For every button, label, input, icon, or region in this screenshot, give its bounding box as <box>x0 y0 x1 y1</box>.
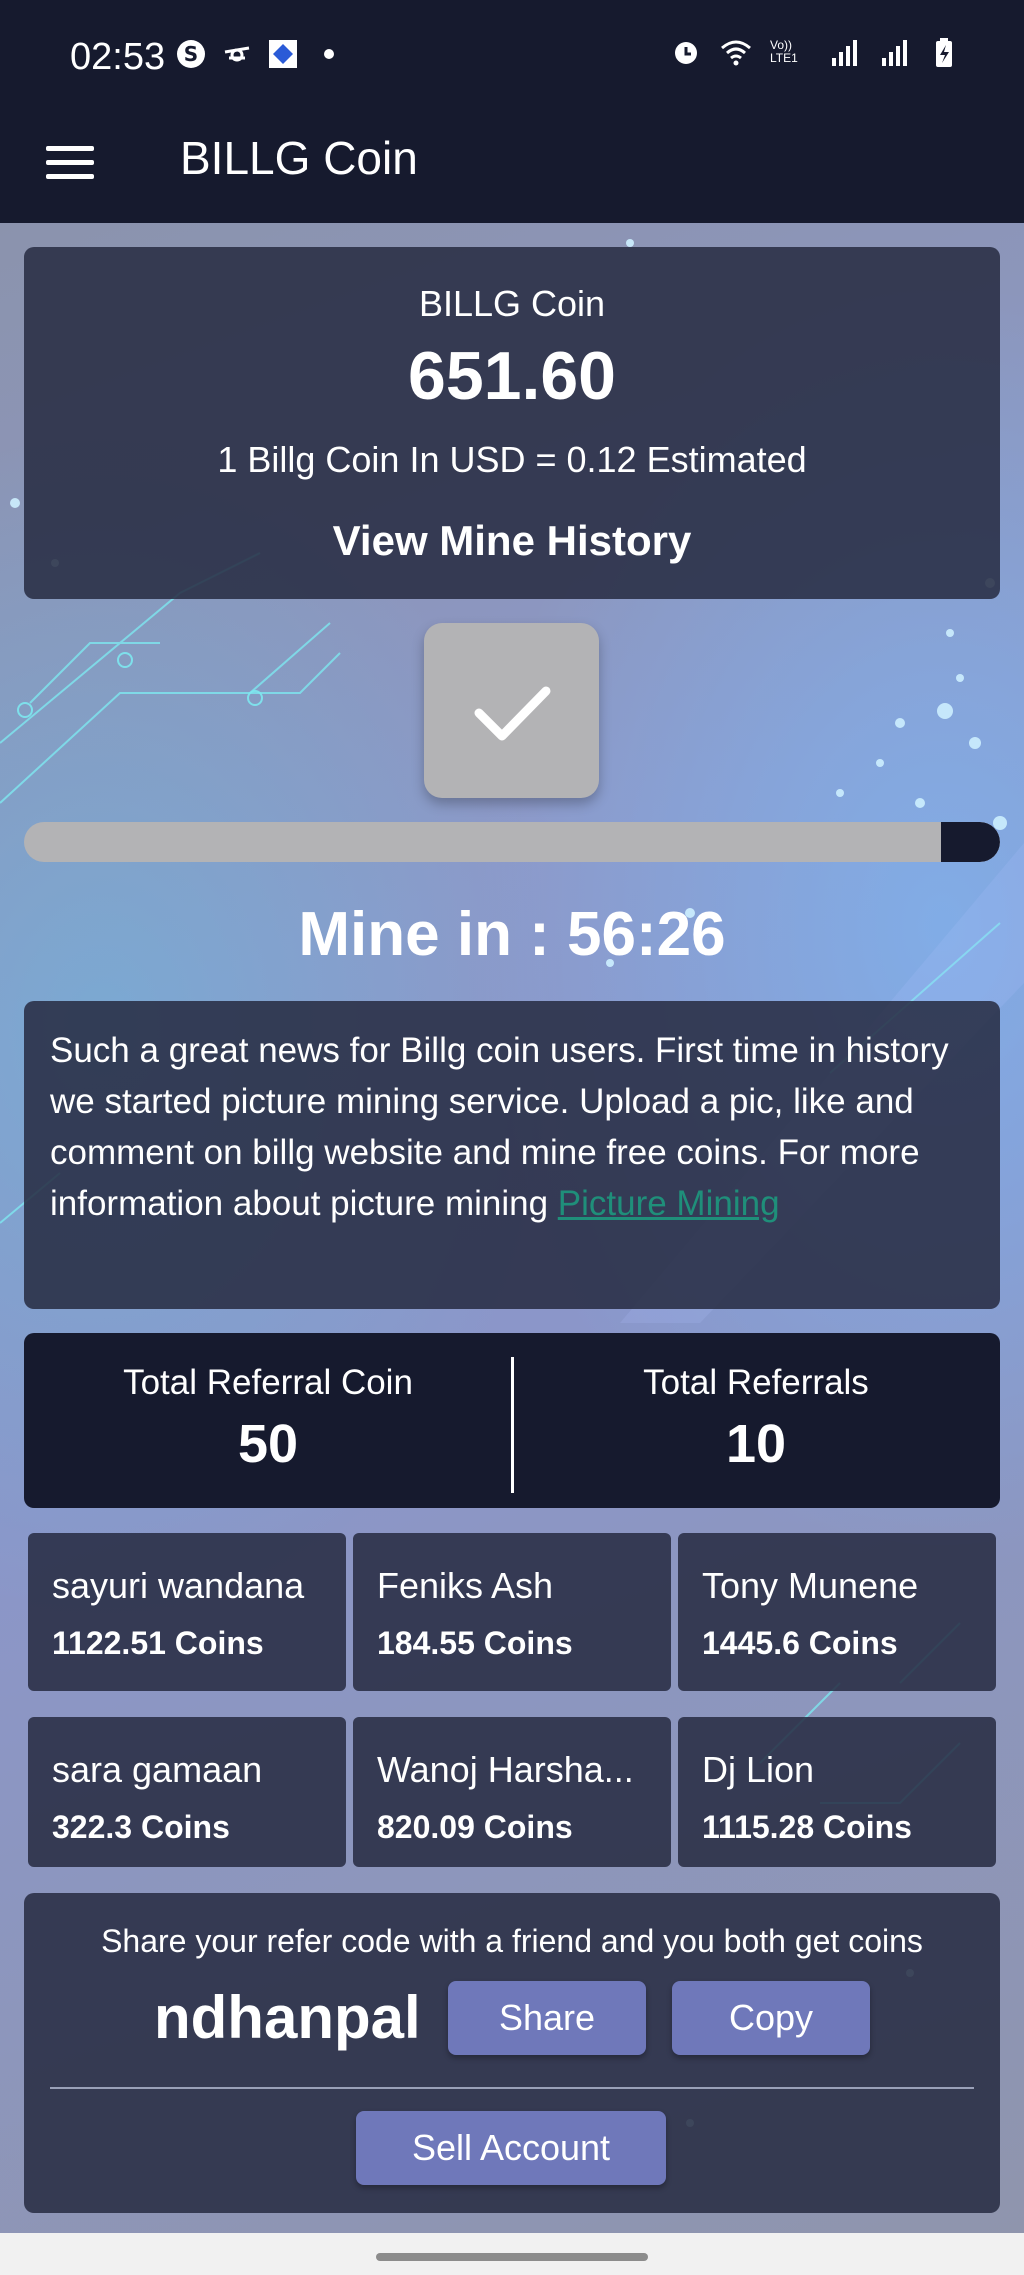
total-referral-coin: Total Referral Coin 50 <box>24 1333 512 1508</box>
share-hint: Share your refer code with a friend and … <box>101 1923 923 1959</box>
referral-user-name: sara gamaan <box>52 1749 263 1790</box>
s-icon: S <box>177 40 205 68</box>
usd-rate: 1 Billg Coin In USD = 0.12 Estimated <box>217 439 807 480</box>
referral-user-coins: 184.55 Coins <box>377 1625 573 1661</box>
share-button[interactable]: Share <box>448 1981 646 2055</box>
referral-user-coins: 1445.6 Coins <box>702 1625 898 1661</box>
referral-user-tile[interactable]: Feniks Ash 184.55 Coins <box>353 1533 671 1691</box>
news-text: Such a great news for Billg coin users. … <box>50 1025 974 1229</box>
status-left-icons: S <box>175 38 345 70</box>
sell-account-button[interactable]: Sell Account <box>356 2111 666 2185</box>
wifi-icon <box>721 40 751 66</box>
app-bar: BILLG Coin <box>0 115 1024 223</box>
app-icon <box>269 40 297 68</box>
referral-user-coins: 1122.51 Coins <box>52 1625 264 1661</box>
divider <box>50 2087 974 2089</box>
app-title: BILLG Coin <box>180 132 418 184</box>
battery-charging-icon <box>936 38 952 67</box>
gesture-nav-bar <box>0 2233 1024 2275</box>
signal-icon <box>832 40 857 66</box>
status-bar: 02:53 S Vo)) LTE1 <box>0 0 1024 115</box>
referral-summary-card: Total Referral Coin 50 Total Referrals 1… <box>24 1333 1000 1508</box>
home-gesture-handle[interactable] <box>376 2253 648 2261</box>
referral-user-coins: 1115.28 Coins <box>702 1809 912 1845</box>
referral-user-name: Tony Munene <box>702 1565 919 1606</box>
total-referral-coin-value: 50 <box>237 1414 299 1474</box>
copy-button[interactable]: Copy <box>672 1981 870 2055</box>
svg-text:S: S <box>184 42 198 66</box>
referral-user-coins: 322.3 Coins <box>52 1809 230 1845</box>
signal-icon <box>882 40 907 66</box>
view-mine-history-link[interactable]: View Mine History <box>24 517 1000 565</box>
mining-progress-fill <box>941 822 1000 862</box>
main-content[interactable]: BILLG Coin 651.60 1 Billg Coin In USD = … <box>0 223 1024 2233</box>
drone-icon <box>224 46 250 62</box>
total-referrals: Total Referrals 10 <box>512 1333 1000 1508</box>
checkmark-icon <box>474 686 551 741</box>
share-card: Share your refer code with a friend and … <box>24 1893 1000 2213</box>
referral-user-name: Feniks Ash <box>377 1565 554 1606</box>
picture-mining-link[interactable]: Picture Mining <box>558 1184 780 1223</box>
status-right-icons: Vo)) LTE1 <box>670 36 960 68</box>
referral-user-tile[interactable]: sayuri wandana 1122.51 Coins <box>28 1533 346 1691</box>
volte-text: Vo)) LTE1 <box>770 38 798 65</box>
mine-button[interactable] <box>424 623 599 798</box>
alarm-icon <box>675 42 697 64</box>
total-referral-coin-label: Total Referral Coin <box>123 1363 413 1402</box>
referral-user-tile[interactable]: sara gamaan 322.3 Coins <box>28 1717 346 1867</box>
referral-user-tile[interactable]: Dj Lion 1115.28 Coins <box>678 1717 996 1867</box>
referral-user-tile[interactable]: Tony Munene 1445.6 Coins <box>678 1533 996 1691</box>
status-time: 02:53 <box>70 36 166 78</box>
total-referrals-value: 10 <box>725 1414 787 1474</box>
mining-progress-bar <box>24 822 1000 862</box>
referral-user-name: sayuri wandana <box>52 1565 305 1606</box>
referral-user-coins: 820.09 Coins <box>377 1809 573 1845</box>
hamburger-menu-icon[interactable] <box>46 138 94 186</box>
mine-timer: Mine in : 56:26 <box>298 900 726 969</box>
coin-name: BILLG Coin <box>418 283 606 324</box>
refer-code: ndhanpal <box>154 1984 421 2051</box>
dot-icon <box>324 49 334 59</box>
news-card: Such a great news for Billg coin users. … <box>24 1001 1000 1309</box>
referral-user-name: Dj Lion <box>702 1749 815 1790</box>
balance-card: BILLG Coin 651.60 1 Billg Coin In USD = … <box>24 247 1000 599</box>
total-referrals-label: Total Referrals <box>643 1363 869 1402</box>
news-body: Such a great news for Billg coin users. … <box>50 1031 949 1223</box>
referral-user-tile[interactable]: Wanoj Harsha... 820.09 Coins <box>353 1717 671 1867</box>
coin-balance: 651.60 <box>408 338 616 414</box>
referral-user-name: Wanoj Harsha... <box>377 1749 634 1790</box>
